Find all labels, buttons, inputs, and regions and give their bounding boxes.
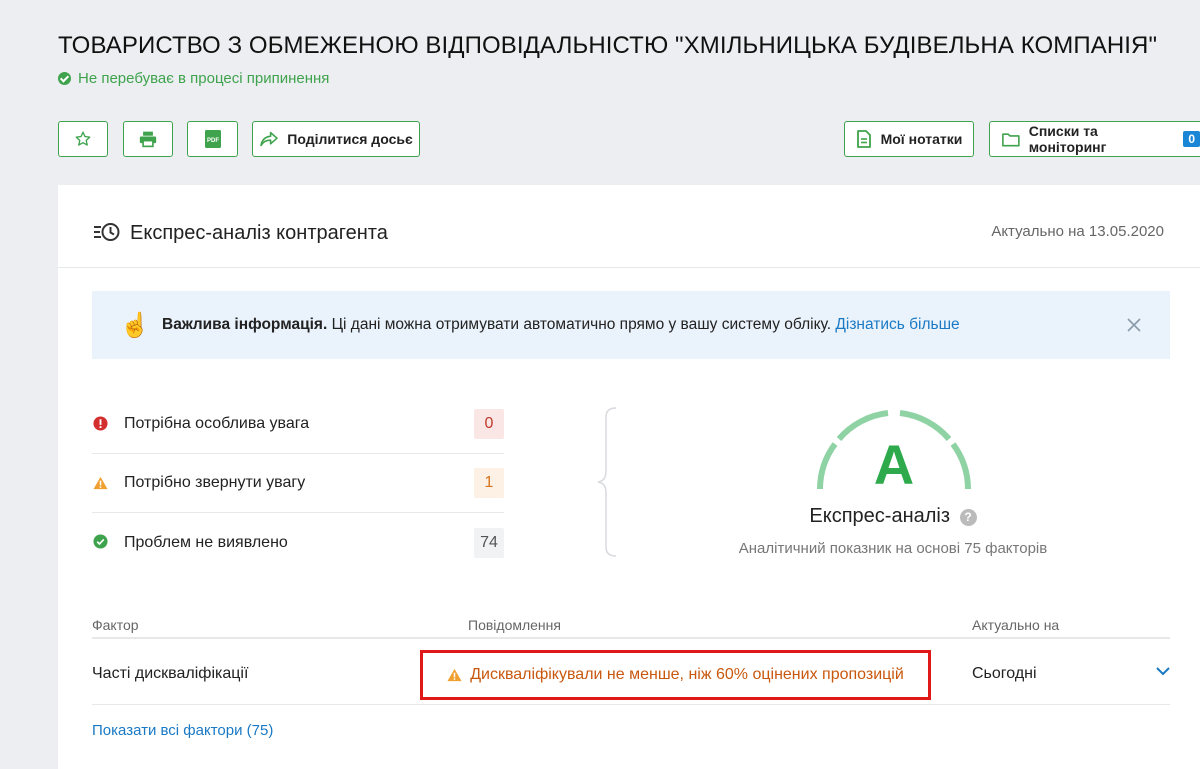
close-icon[interactable] [1126,317,1142,333]
note-icon [856,130,871,148]
counter-label: Потрібно звернути увагу [124,474,306,491]
factors-table-header: Фактор Повідомлення Актуально на [92,617,1170,639]
row-date: Сьогодні [972,665,1037,682]
pdf-button[interactable]: PDF [187,121,238,157]
warning-triangle-icon [447,668,462,682]
folder-icon [1002,132,1020,147]
status-text: Не перебуває в процесі припинення [78,70,330,87]
svg-text:PDF: PDF [207,138,219,144]
notes-button[interactable]: Мої нотатки [844,121,974,157]
pdf-icon: PDF [204,130,221,148]
info-banner: ☝ Важлива інформація. Ці дані можна отри… [92,291,1170,359]
info-body: Ці дані можна отримувати автоматично пря… [327,316,836,333]
share-label: Поділитися досьє [287,131,413,147]
actual-date: Актуально на 13.05.2020 [991,223,1164,240]
chevron-down-icon[interactable] [1156,667,1170,676]
notes-label: Мої нотатки [880,131,963,147]
card-title: Експрес-аналіз контрагента [130,222,388,244]
row-factor: Часті дискваліфікації [92,665,249,682]
lists-label: Списки та моніторинг [1028,123,1107,155]
counter-critical[interactable]: Потрібна особлива увага 0 [92,395,504,454]
info-text: Важлива інформація. Ці дані можна отриму… [162,316,960,334]
info-bold: Важлива інформація. [162,316,328,333]
counter-value: 0 [474,409,504,439]
header-factor: Фактор [92,617,139,633]
printer-icon [139,131,157,148]
gauge-title: Експрес-аналіз ? [778,505,1008,528]
header-date: Актуально на [972,617,1060,633]
row-message: Дискваліфікували не менше, ніж 60% оціне… [470,666,904,683]
show-all-factors-link[interactable]: Показати всі фактори (75) [92,722,273,739]
favorite-button[interactable] [58,121,108,157]
counter-value: 74 [474,527,504,558]
check-circle-icon [58,72,71,85]
lists-count-badge: 0 [1183,131,1200,147]
warning-triangle-icon [93,476,108,490]
share-arrow-icon [260,131,279,147]
pointing-finger-icon: ☝ [120,312,150,339]
company-status: Не перебуває в процесі припинення [58,70,329,87]
help-icon[interactable]: ? [959,509,977,526]
gauge-title-text: Експрес-аналіз [809,505,951,527]
history-clock-icon [94,223,120,241]
express-analysis-card: Експрес-аналіз контрагента Актуально на … [58,185,1200,769]
counter-label: Проблем не виявлено [124,533,288,551]
counter-value: 1 [474,468,504,498]
table-row[interactable]: Часті дискваліфікації Дискваліфікували н… [92,641,1170,705]
star-icon [75,131,91,146]
counters-list: Потрібна особлива увага 0 Потрібно зверн… [92,395,504,572]
print-button[interactable] [123,121,173,157]
grade-letter: A [873,433,915,496]
counter-attention[interactable]: Потрібно звернути увагу 1 [92,454,504,513]
row-message-highlight: Дискваліфікували не менше, ніж 60% оціне… [420,650,931,700]
card-header: Експрес-аналіз контрагента Актуально на … [58,185,1200,268]
company-title: ТОВАРИСТВО З ОБМЕЖЕНОЮ ВІДПОВІДАЛЬНІСТЮ … [58,32,1158,59]
brace-divider [597,407,617,557]
learn-more-link[interactable]: Дізнатись більше [835,316,959,333]
error-circle-icon [93,416,108,431]
header-message: Повідомлення [468,617,561,633]
check-circle-icon [93,534,108,549]
counter-label: Потрібна особлива увага [124,415,310,432]
counter-ok[interactable]: Проблем не виявлено 74 [92,513,504,572]
share-button[interactable]: Поділитися досьє [252,121,420,157]
lists-monitoring-button[interactable]: Списки та моніторинг 0 [989,121,1200,157]
gauge-subtitle: Аналітичний показник на основі 75 фактор… [738,540,1048,557]
